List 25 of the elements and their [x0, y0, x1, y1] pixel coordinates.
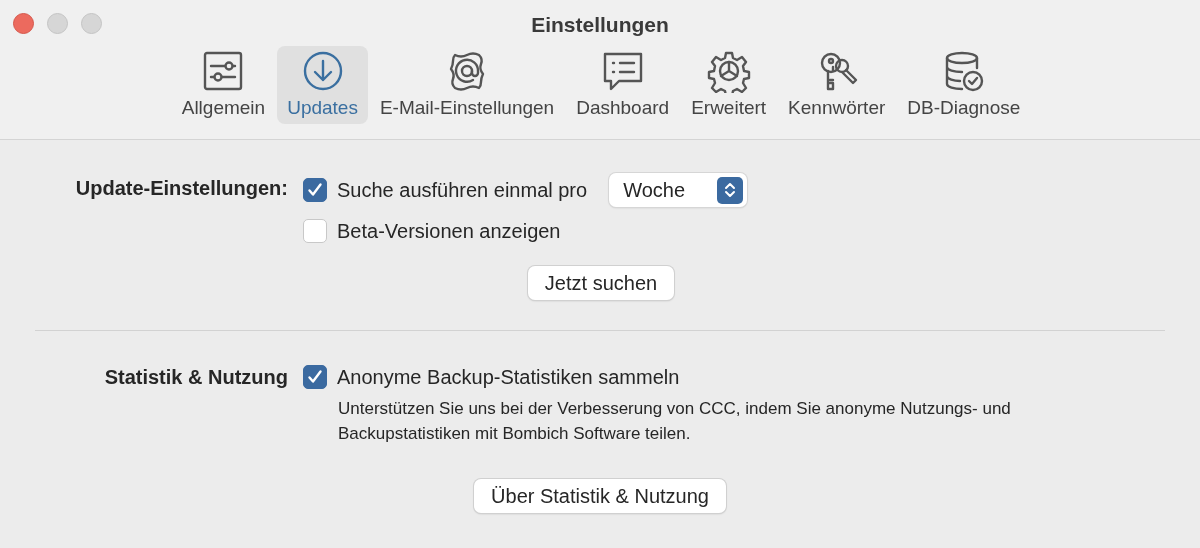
about-statistics-button[interactable]: Über Statistik & Nutzung — [474, 479, 726, 513]
checkmark-icon — [307, 369, 323, 385]
description-text: Unterstützen Sie uns bei der Verbesserung von CCC, indem Sie anonyme Nutzungs- und Backupstatistiken mit Bombich Software teilen. — [338, 398, 1012, 445]
up-down-arrows-icon — [723, 181, 738, 199]
toolbar-tab[interactable]: Erweitert — [681, 46, 777, 124]
section-label: Update-Einstellungen: — [74, 176, 288, 201]
checkbox[interactable] — [303, 178, 327, 202]
toolbar-tab[interactable]: Updates — [277, 46, 368, 124]
toolbar-tab[interactable]: Allgemein — [171, 46, 276, 124]
section-label: Statistik & Nutzung — [103, 365, 288, 390]
checkbox-label[interactable]: Beta-Versionen anzeigen — [337, 216, 561, 246]
checkbox-label[interactable]: Suche ausführen einmal pro — [337, 175, 588, 205]
checkmark-icon — [307, 182, 323, 198]
checkbox-label[interactable]: Anonyme Backup-Statistiken sammeln — [337, 362, 680, 392]
toolbar-tab[interactable]: Dashboard — [566, 46, 680, 124]
gear-icon — [706, 49, 751, 93]
toolbar-tab[interactable]: Kennwörter — [778, 46, 896, 124]
check-now-button[interactable]: Jetzt suchen — [527, 266, 675, 300]
close-button[interactable] — [13, 13, 34, 34]
checkbox[interactable] — [303, 219, 327, 243]
window-title: Einstellungen — [531, 13, 669, 36]
frequency-dropdown[interactable]: Woche — [609, 173, 748, 207]
checkbox[interactable] — [303, 365, 327, 389]
toolbar-tab[interactable]: E-Mail-Einstellungen — [369, 46, 565, 124]
toolbar-tab[interactable]: DB-Diagnose — [897, 46, 1031, 124]
